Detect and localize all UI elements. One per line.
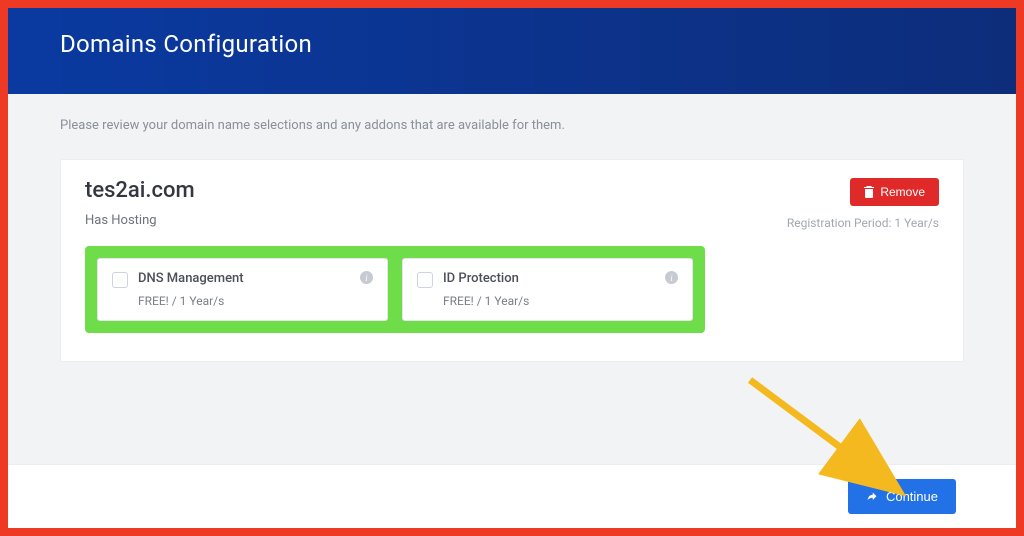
addon-title: ID Protection [443,271,655,286]
footer-bar: Continue [8,464,1016,528]
addon-id-protection: ID Protection FREE! / 1 Year/s i [402,258,693,321]
domain-card-top: tes2ai.com Has Hosting Remove Registrati… [85,178,939,230]
remove-label: Remove [880,185,925,199]
addon-price: FREE! / 1 Year/s [138,294,350,308]
domain-name: tes2ai.com [85,178,195,203]
continue-label: Continue [886,489,938,504]
addon-info: DNS Management FREE! / 1 Year/s [138,271,350,308]
addon-checkbox-id[interactable] [417,272,433,288]
info-icon[interactable]: i [360,271,373,288]
hosting-status: Has Hosting [85,213,195,228]
page-title: Domains Configuration [60,30,964,58]
remove-button[interactable]: Remove [850,178,939,206]
domain-card: tes2ai.com Has Hosting Remove Registrati… [60,159,964,362]
addons-highlight-box: DNS Management FREE! / 1 Year/s i ID Pro… [85,246,705,333]
continue-button[interactable]: Continue [848,479,956,514]
info-icon[interactable]: i [665,271,678,288]
review-instruction: Please review your domain name selection… [60,118,964,133]
main-content: Please review your domain name selection… [0,94,1024,372]
addon-info: ID Protection FREE! / 1 Year/s [443,271,655,308]
registration-period: Registration Period: 1 Year/s [787,216,939,230]
domain-card-right: Remove Registration Period: 1 Year/s [787,178,939,230]
domain-info: tes2ai.com Has Hosting [85,178,195,228]
page-header: Domains Configuration [0,0,1024,94]
addon-title: DNS Management [138,271,350,286]
addon-dns-management: DNS Management FREE! / 1 Year/s i [97,258,388,321]
trash-icon [864,186,874,198]
addon-checkbox-dns[interactable] [112,272,128,288]
addon-price: FREE! / 1 Year/s [443,294,655,308]
forward-icon [866,491,878,503]
